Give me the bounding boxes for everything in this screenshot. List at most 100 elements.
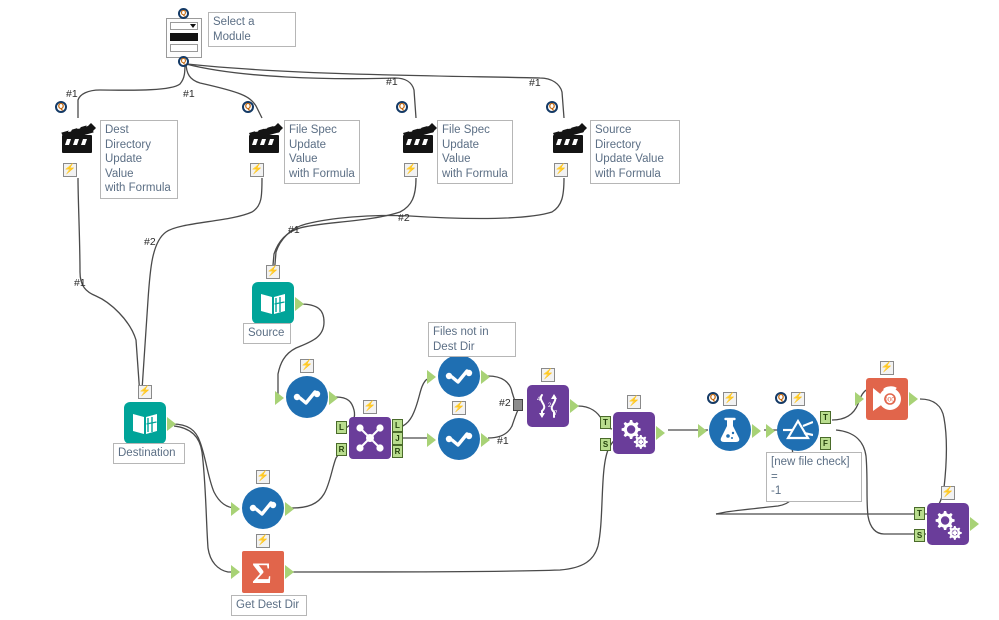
wire-label: #1	[66, 88, 78, 100]
select-source-input-anchor[interactable]	[275, 391, 284, 405]
tool-select-source[interactable]: ⚡	[275, 359, 338, 418]
question-badge-icon[interactable]: Q	[775, 392, 787, 404]
tool-formula[interactable]: Q ⚡	[698, 392, 761, 451]
tool-select-join-right[interactable]: ⚡	[427, 401, 490, 460]
tool-dynamic-rename-1[interactable]: ⚡ T S	[600, 395, 665, 454]
rename2-s-input-anchor[interactable]: S	[914, 529, 925, 542]
lightning-badge-icon[interactable]: ⚡	[256, 534, 270, 548]
union-arrows-icon: 4 2 7	[527, 385, 569, 427]
module-bottom-anchor[interactable]: Q	[178, 56, 189, 67]
tool-summarize-get-dest-dir[interactable]: Σ ⚡	[231, 534, 294, 593]
question-badge-icon[interactable]: Q	[546, 101, 558, 113]
formula-input-anchor[interactable]	[698, 424, 707, 438]
wire-label: #1	[74, 277, 86, 289]
tool-events[interactable]: 000 ⚡	[855, 361, 918, 420]
join-right-input-anchor[interactable]: R	[336, 443, 347, 456]
union-output-anchor[interactable]	[570, 399, 579, 413]
join-left-input-anchor[interactable]: L	[336, 421, 347, 434]
rename2-output-anchor[interactable]	[970, 517, 979, 531]
flask-icon	[709, 409, 751, 451]
lightning-badge-icon[interactable]: ⚡	[627, 395, 641, 409]
tool-destination-directory-input[interactable]: ⚡	[124, 385, 176, 444]
lightning-badge-icon[interactable]: ⚡	[256, 470, 270, 484]
file-spec-action-1-label: File Spec Update Value with Formula	[284, 120, 360, 184]
lightning-badge-icon[interactable]: ⚡	[791, 392, 805, 406]
wire-label: #1	[288, 224, 300, 236]
select-checkmark-icon	[242, 487, 284, 529]
destination-label: Destination	[113, 443, 185, 464]
summarize-output-anchor[interactable]	[285, 565, 294, 579]
lightning-badge-icon[interactable]: ⚡	[452, 401, 466, 415]
select-destination-input-anchor[interactable]	[231, 502, 240, 516]
question-badge-icon[interactable]: Q	[242, 101, 254, 113]
clapperboard-icon	[57, 118, 99, 160]
summarize-input-anchor[interactable]	[231, 565, 240, 579]
tool-file-spec-action-1[interactable]: Q ⚡	[242, 101, 286, 177]
lightning-badge-icon[interactable]: ⚡	[404, 163, 418, 177]
formula-output-anchor[interactable]	[752, 424, 761, 438]
join-join-output-anchor[interactable]: J	[392, 432, 403, 445]
join-left-output-anchor[interactable]: L	[392, 419, 403, 432]
gears-icon	[927, 503, 969, 545]
question-badge-icon[interactable]: Q	[55, 101, 67, 113]
select-a-module-control[interactable]	[166, 18, 202, 58]
tool-source-directory-input[interactable]: ⚡	[252, 265, 304, 324]
module-empty-row[interactable]	[170, 44, 198, 52]
question-badge-icon[interactable]: Q	[707, 392, 719, 404]
question-badge-icon[interactable]: Q	[396, 101, 408, 113]
lightning-badge-icon[interactable]: ⚡	[541, 368, 555, 382]
filter-true-output-anchor[interactable]: T	[820, 411, 831, 424]
select-join-right-input-anchor[interactable]	[427, 433, 436, 447]
rename1-t-input-anchor[interactable]: T	[600, 416, 611, 429]
lightning-badge-icon[interactable]: ⚡	[723, 392, 737, 406]
tool-union[interactable]: 4 2 7 ⚡	[513, 368, 579, 427]
select-destination-output-anchor[interactable]	[285, 502, 294, 516]
source-output-anchor[interactable]	[295, 297, 304, 311]
tool-dest-directory-action[interactable]: Q ⚡	[55, 101, 99, 177]
wire-label: #1	[183, 88, 195, 100]
wire-label: #2	[144, 236, 156, 248]
lightning-badge-icon[interactable]: ⚡	[880, 361, 894, 375]
join-node-icon	[349, 417, 391, 459]
module-dropdown-row[interactable]	[170, 22, 198, 30]
tool-select-destination[interactable]: ⚡	[231, 470, 294, 529]
lightning-badge-icon[interactable]: ⚡	[554, 163, 568, 177]
rename2-t-input-anchor[interactable]: T	[914, 507, 925, 520]
module-top-anchor[interactable]: Q	[178, 8, 189, 19]
tool-file-spec-action-2[interactable]: Q ⚡	[396, 101, 440, 177]
files-not-in-dest-label: Files not in Dest Dir	[428, 322, 516, 357]
tool-source-directory-action[interactable]: Q ⚡	[546, 101, 590, 177]
rename1-s-input-anchor[interactable]: S	[600, 438, 611, 451]
union-input-anchor[interactable]	[513, 399, 523, 411]
rename1-output-anchor[interactable]	[656, 426, 665, 440]
lightning-badge-icon[interactable]: ⚡	[941, 486, 955, 500]
lightning-badge-icon[interactable]: ⚡	[138, 385, 152, 399]
clapperboard-icon	[244, 118, 286, 160]
select-files-input-anchor[interactable]	[427, 370, 436, 384]
events-input-anchor[interactable]	[855, 392, 864, 406]
lightning-badge-icon[interactable]: ⚡	[266, 265, 280, 279]
filter-input-anchor[interactable]	[766, 424, 775, 438]
lightning-badge-icon[interactable]: ⚡	[363, 400, 377, 414]
prism-filter-icon	[777, 409, 819, 451]
tool-dynamic-rename-2[interactable]: ⚡ T S	[914, 486, 979, 545]
tool-select-files-not-in-dest[interactable]: ⚡	[427, 338, 490, 397]
lightning-badge-icon[interactable]: ⚡	[250, 163, 264, 177]
tool-join[interactable]: ⚡ L R L J R	[336, 400, 403, 459]
lightning-badge-icon[interactable]: ⚡	[63, 163, 77, 177]
destination-output-anchor[interactable]	[167, 417, 176, 431]
filter-false-output-anchor[interactable]: F	[820, 437, 831, 450]
events-output-anchor[interactable]	[909, 392, 918, 406]
tool-filter[interactable]: Q ⚡ T F	[766, 392, 831, 451]
events-megaphone-icon: 000	[866, 378, 908, 420]
module-selected-row	[170, 33, 198, 41]
workflow-canvas[interactable]: Q Q Select a Module Q ⚡ Dest Directory U…	[0, 0, 999, 620]
join-right-output-anchor[interactable]: R	[392, 445, 403, 458]
svg-text:000: 000	[884, 397, 895, 404]
select-join-right-output-anchor[interactable]	[481, 433, 490, 447]
lightning-badge-icon[interactable]: ⚡	[300, 359, 314, 373]
wire-label: #1	[386, 76, 398, 88]
chevron-down-icon	[190, 24, 196, 28]
select-files-output-anchor[interactable]	[481, 370, 490, 384]
select-source-output-anchor[interactable]	[329, 391, 338, 405]
